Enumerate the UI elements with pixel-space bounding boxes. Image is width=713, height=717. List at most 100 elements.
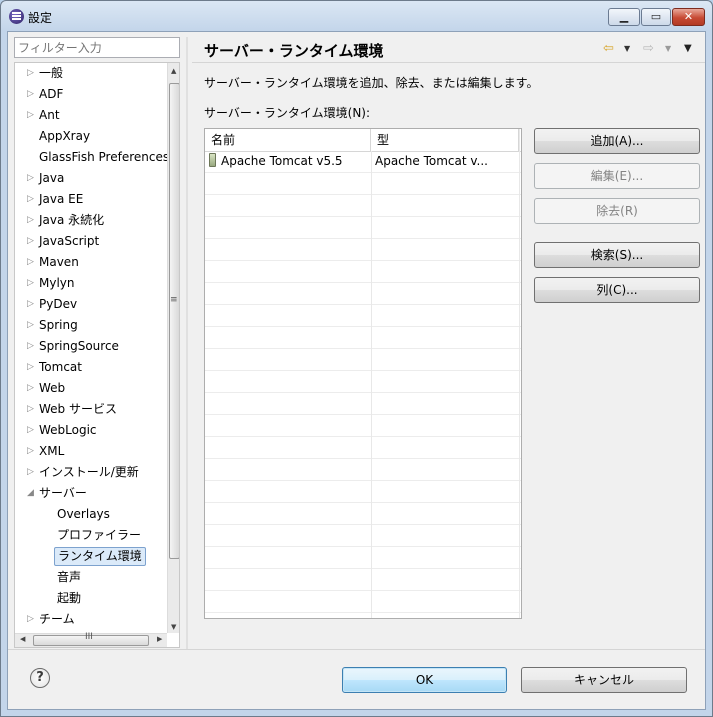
runtime-table[interactable]: 名前 型 Apache Tomcat v5.5 Apache Tomcat v..… [204, 128, 522, 619]
collapsed-arrow-icon[interactable]: ▷ [27, 231, 34, 252]
tree-item[interactable]: ▷ チーム [15, 609, 167, 630]
collapsed-arrow-icon[interactable]: ▷ [27, 189, 34, 210]
tree-item[interactable]: ▷ ADF [15, 84, 167, 105]
collapsed-arrow-icon[interactable]: ▷ [27, 210, 34, 231]
collapsed-arrow-icon[interactable]: ▷ [27, 63, 34, 84]
tree-item[interactable]: ▷ PyDev [15, 294, 167, 315]
remove-button[interactable]: 除去(R) [534, 198, 700, 224]
tree-item-label: サーバー [39, 486, 87, 500]
tree-item[interactable]: ▷ Mylyn [15, 273, 167, 294]
search-button[interactable]: 検索(S)... [534, 242, 700, 268]
collapsed-arrow-icon[interactable]: ▷ [27, 609, 34, 630]
tree-item-label: 起動 [57, 591, 82, 605]
tree-item[interactable]: 起動 [15, 588, 167, 609]
collapsed-arrow-icon[interactable]: ▷ [27, 420, 34, 441]
tree-vertical-scrollbar[interactable]: ▲ ≡ ▼ [167, 63, 179, 633]
scroll-down-icon[interactable]: ▼ [171, 623, 176, 631]
collapsed-arrow-icon[interactable]: ▷ [27, 294, 34, 315]
scroll-left-icon[interactable]: ◀ [20, 635, 25, 643]
table-rows: Apache Tomcat v5.5 Apache Tomcat v... [205, 151, 521, 618]
empty-table-row [205, 371, 521, 393]
tree-item[interactable]: 音声 [15, 567, 167, 588]
scroll-right-icon[interactable]: ▶ [157, 635, 162, 643]
column-header-name[interactable]: 名前 [205, 129, 371, 151]
tree-item[interactable]: GlassFish Preferences [15, 147, 169, 168]
edit-button[interactable]: 編集(E)... [534, 163, 700, 189]
collapsed-arrow-icon[interactable]: ▷ [27, 441, 34, 462]
panel-sash[interactable] [186, 37, 188, 649]
empty-table-row [205, 217, 521, 239]
preference-page: サーバー・ランタイム環境 ⇦ ▼ ⇨ ▼ ▼ サーバー・ランタイム環境を追加、除… [192, 32, 705, 649]
tree-item[interactable]: ランタイム環境 [15, 546, 167, 567]
empty-table-row [205, 393, 521, 415]
tree-item[interactable]: ▷ Web [15, 378, 167, 399]
cancel-button[interactable]: キャンセル [521, 667, 687, 693]
forward-arrow-icon[interactable]: ⇨ [643, 41, 654, 56]
tree-item-label: PyDev [39, 297, 78, 311]
ok-button[interactable]: OK [342, 667, 507, 693]
empty-table-row [205, 305, 521, 327]
tree-item[interactable]: ▷ Java [15, 168, 167, 189]
tree-item-label: Web [39, 381, 66, 395]
tree-item[interactable]: ◢ サーバー [15, 483, 167, 504]
page-description: サーバー・ランタイム環境を追加、除去、または編集します。 [204, 76, 539, 90]
column-header-type[interactable]: 型 [371, 129, 519, 151]
filter-input[interactable] [14, 37, 180, 58]
tree-item-label: Mylyn [39, 276, 75, 290]
back-arrow-icon[interactable]: ⇦ [603, 41, 614, 56]
page-header: サーバー・ランタイム環境 ⇦ ▼ ⇨ ▼ ▼ [192, 32, 705, 63]
tree-item[interactable]: ▷ Spring [15, 315, 167, 336]
collapsed-arrow-icon[interactable]: ▷ [27, 399, 34, 420]
tree-item[interactable]: ▷ Web サービス [15, 399, 167, 420]
help-icon[interactable]: ? [30, 668, 50, 688]
tree-item[interactable]: ▷ Ant [15, 105, 167, 126]
scroll-up-icon[interactable]: ▲ [171, 67, 176, 75]
tree-item[interactable]: ▷ JavaScript [15, 231, 167, 252]
collapsed-arrow-icon[interactable]: ▷ [27, 378, 34, 399]
collapsed-arrow-icon[interactable]: ▷ [27, 105, 34, 126]
expanded-arrow-icon[interactable]: ◢ [27, 483, 34, 504]
tree-item[interactable]: ▷ 一般 [15, 63, 167, 84]
tree-item[interactable]: ▷ WebLogic [15, 420, 167, 441]
tree-item[interactable]: ▷ XML [15, 441, 167, 462]
server-runtime-icon [209, 153, 216, 167]
empty-table-row [205, 481, 521, 503]
maximize-button[interactable]: ▭ [641, 8, 671, 26]
minimize-button[interactable]: ▁ [608, 8, 640, 26]
view-menu-icon[interactable]: ▼ [684, 43, 692, 54]
collapsed-arrow-icon[interactable]: ▷ [27, 252, 34, 273]
tree-item[interactable]: ▷ Java 永続化 [15, 210, 167, 231]
tree-item[interactable]: ▷ インストール/更新 [15, 462, 167, 483]
vertical-scroll-thumb[interactable] [169, 83, 179, 559]
collapsed-arrow-icon[interactable]: ▷ [27, 336, 34, 357]
tree-item-label: ADF [39, 87, 64, 101]
columns-button[interactable]: 列(C)... [534, 277, 700, 303]
tree-item[interactable]: AppXray [15, 126, 167, 147]
collapsed-arrow-icon[interactable]: ▷ [27, 357, 34, 378]
tree-horizontal-scrollbar[interactable]: ◀ III ▶ [15, 632, 167, 647]
tree-item[interactable]: ▷ Maven [15, 252, 167, 273]
column-divider-end [519, 129, 520, 618]
add-button[interactable]: 追加(A)... [534, 128, 700, 154]
empty-table-row [205, 173, 521, 195]
collapsed-arrow-icon[interactable]: ▷ [27, 84, 34, 105]
close-button[interactable]: ✕ [672, 8, 705, 26]
tree-item-label: AppXray [39, 129, 91, 143]
tree-item[interactable]: Overlays [15, 504, 167, 525]
tree-item[interactable]: ▷ SpringSource [15, 336, 167, 357]
tree-item[interactable]: ▷ Tomcat [15, 357, 167, 378]
hscroll-grip-icon: III [85, 632, 93, 642]
collapsed-arrow-icon[interactable]: ▷ [27, 273, 34, 294]
collapsed-arrow-icon[interactable]: ▷ [27, 462, 34, 483]
table-row[interactable]: Apache Tomcat v5.5 Apache Tomcat v... [205, 151, 521, 173]
collapsed-arrow-icon[interactable]: ▷ [27, 315, 34, 336]
back-history-chevron-icon[interactable]: ▼ [624, 44, 630, 53]
title-bar[interactable]: 設定 ▁ ▭ ✕ [1, 1, 712, 31]
empty-table-row [205, 349, 521, 371]
collapsed-arrow-icon[interactable]: ▷ [27, 168, 34, 189]
tree-item[interactable]: プロファイラー [15, 525, 167, 546]
forward-history-chevron-icon[interactable]: ▼ [665, 44, 671, 53]
tree-item[interactable]: ▷ Java EE [15, 189, 167, 210]
empty-table-row [205, 437, 521, 459]
window-title: 設定 [28, 11, 53, 25]
